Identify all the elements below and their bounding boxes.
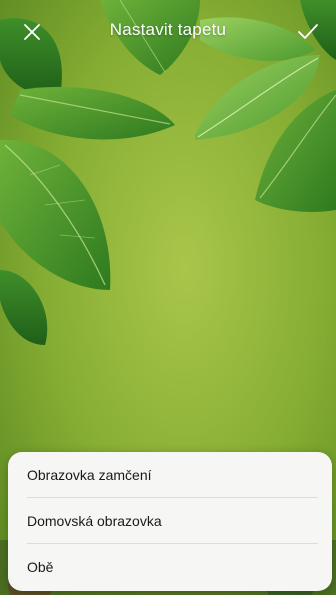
confirm-button[interactable] bbox=[294, 18, 322, 46]
top-bar: Nastavit tapetu bbox=[0, 0, 336, 64]
option-both[interactable]: Obě bbox=[8, 544, 332, 590]
option-lock-screen[interactable]: Obrazovka zamčení bbox=[8, 452, 332, 498]
set-wallpaper-options-sheet: Obrazovka zamčení Domovská obrazovka Obě bbox=[8, 452, 332, 591]
option-label: Domovská obrazovka bbox=[27, 513, 162, 529]
option-home-screen[interactable]: Domovská obrazovka bbox=[8, 498, 332, 544]
page-title: Nastavit tapetu bbox=[109, 20, 227, 39]
wallpaper-preview-screen: Nastavit tapetu Obrazovka zamčení Domovs… bbox=[0, 0, 336, 595]
option-label: Obě bbox=[27, 559, 54, 575]
option-label: Obrazovka zamčení bbox=[27, 467, 152, 483]
close-icon bbox=[24, 24, 40, 40]
checkmark-icon bbox=[298, 24, 318, 39]
close-button[interactable] bbox=[18, 18, 46, 46]
